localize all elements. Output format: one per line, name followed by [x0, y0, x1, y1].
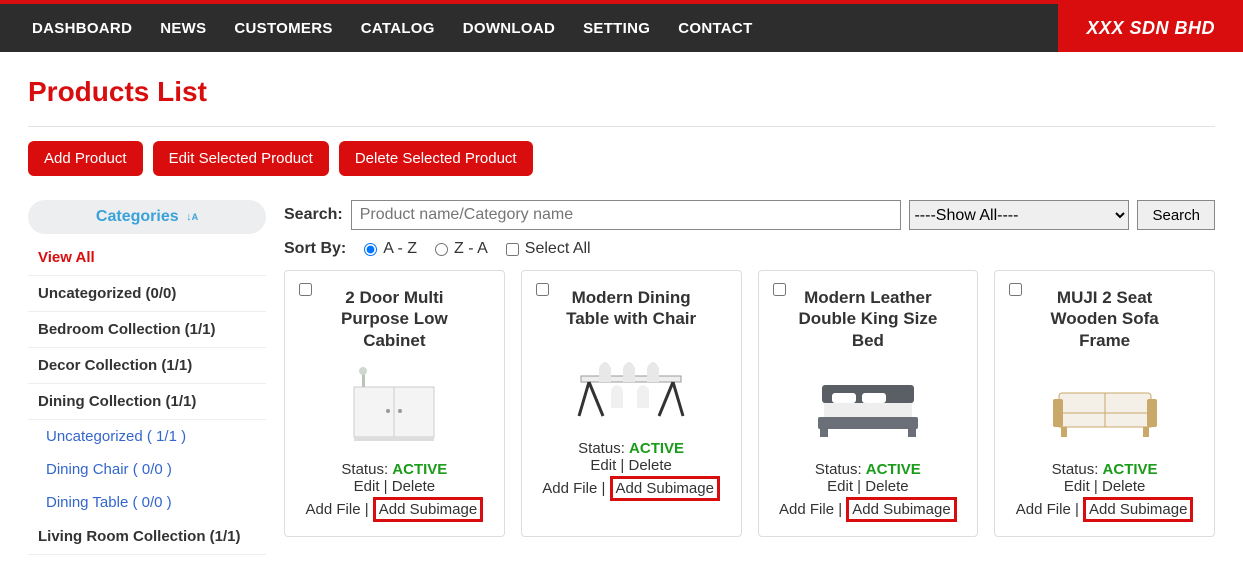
sort-label: Sort By:	[284, 240, 346, 258]
nav-news[interactable]: NEWS	[160, 20, 206, 37]
product-title: MUJI 2 Seat Wooden Sofa Frame	[1025, 287, 1184, 351]
sort-az-input[interactable]	[364, 243, 377, 256]
delete-selected-button[interactable]: Delete Selected Product	[339, 141, 533, 176]
delete-link[interactable]: Delete	[865, 478, 908, 495]
sort-az-icon: ↓A	[186, 211, 198, 223]
edit-link[interactable]: Edit	[827, 478, 853, 495]
status-value: ACTIVE	[866, 461, 921, 478]
product-grid: 2 Door Multi Purpose Low Cabinet Status:…	[284, 270, 1215, 537]
product-card: MUJI 2 Seat Wooden Sofa Frame Status: AC…	[994, 270, 1215, 537]
sidebar-item-dining[interactable]: Dining Collection (1/1)	[28, 384, 266, 420]
product-title: Modern Dining Table with Chair	[552, 287, 711, 330]
product-card: Modern Dining Table with Chair Status	[521, 270, 742, 537]
product-card: Modern Leather Double King Size Bed Stat…	[758, 270, 979, 537]
select-all-checkbox[interactable]: Select All	[506, 240, 591, 258]
nav-contact[interactable]: CONTACT	[678, 20, 752, 37]
edit-link[interactable]: Edit	[590, 457, 616, 474]
product-image	[324, 359, 464, 449]
status-label: Status:	[1052, 461, 1099, 478]
sidebar-item-bedroom[interactable]: Bedroom Collection (1/1)	[28, 312, 266, 348]
search-label: Search:	[284, 206, 343, 224]
status-label: Status:	[341, 461, 388, 478]
edit-link[interactable]: Edit	[354, 478, 380, 495]
product-checkbox[interactable]	[1009, 283, 1022, 296]
sidebar-item-living-room[interactable]: Living Room Collection (1/1)	[28, 519, 266, 555]
status-label: Status:	[578, 440, 625, 457]
add-file-link[interactable]: Add File	[1016, 501, 1071, 518]
categories-label: Categories	[96, 208, 179, 225]
page-title: Products List	[28, 76, 1215, 108]
delete-link[interactable]: Delete	[392, 478, 435, 495]
action-row: Add Product Edit Selected Product Delete…	[28, 141, 1215, 176]
product-title: Modern Leather Double King Size Bed	[789, 287, 948, 351]
sidebar-item-uncategorized[interactable]: Uncategorized (0/0)	[28, 276, 266, 312]
add-subimage-link[interactable]: Add Subimage	[852, 501, 950, 518]
divider	[28, 126, 1215, 127]
sidebar: Categories ↓A View All Uncategorized (0/…	[28, 200, 266, 555]
sidebar-sub-dining-chair[interactable]: Dining Chair ( 0/0 )	[28, 453, 266, 486]
sort-za-radio[interactable]: Z - A	[435, 240, 488, 258]
product-image	[561, 338, 701, 428]
select-all-input[interactable]	[506, 243, 519, 256]
product-checkbox[interactable]	[773, 283, 786, 296]
product-image	[798, 359, 938, 449]
add-file-link[interactable]: Add File	[306, 501, 361, 518]
status-value: ACTIVE	[629, 440, 684, 457]
search-button[interactable]: Search	[1137, 200, 1215, 230]
sidebar-sub-dining-table[interactable]: Dining Table ( 0/0 )	[28, 486, 266, 519]
content-area: Search: ----Show All---- Search Sort By:…	[284, 200, 1215, 537]
nav-setting[interactable]: SETTING	[583, 20, 650, 37]
status-value: ACTIVE	[1103, 461, 1158, 478]
edit-link[interactable]: Edit	[1064, 478, 1090, 495]
product-card: 2 Door Multi Purpose Low Cabinet Status:…	[284, 270, 505, 537]
add-subimage-link[interactable]: Add Subimage	[379, 501, 477, 518]
status-label: Status:	[815, 461, 862, 478]
edit-selected-button[interactable]: Edit Selected Product	[153, 141, 329, 176]
product-checkbox[interactable]	[299, 283, 312, 296]
product-image	[1035, 359, 1175, 449]
nav-download[interactable]: DOWNLOAD	[463, 20, 555, 37]
add-file-link[interactable]: Add File	[542, 480, 597, 497]
nav-customers[interactable]: CUSTOMERS	[234, 20, 332, 37]
add-subimage-link[interactable]: Add Subimage	[1089, 501, 1187, 518]
product-checkbox[interactable]	[536, 283, 549, 296]
nav-dashboard[interactable]: DASHBOARD	[32, 20, 132, 37]
nav-catalog[interactable]: CATALOG	[361, 20, 435, 37]
delete-link[interactable]: Delete	[1102, 478, 1145, 495]
filter-select[interactable]: ----Show All----	[909, 200, 1129, 230]
sidebar-item-decor[interactable]: Decor Collection (1/1)	[28, 348, 266, 384]
sidebar-item-view-all[interactable]: View All	[28, 240, 266, 276]
status-value: ACTIVE	[392, 461, 447, 478]
categories-header[interactable]: Categories ↓A	[28, 200, 266, 234]
delete-link[interactable]: Delete	[628, 457, 671, 474]
add-product-button[interactable]: Add Product	[28, 141, 143, 176]
sort-za-input[interactable]	[435, 243, 448, 256]
navbar: DASHBOARD NEWS CUSTOMERS CATALOG DOWNLOA…	[0, 4, 1243, 52]
sort-az-radio[interactable]: A - Z	[364, 240, 417, 258]
sidebar-sub-uncategorized[interactable]: Uncategorized ( 1/1 )	[28, 420, 266, 453]
add-file-link[interactable]: Add File	[779, 501, 834, 518]
search-input[interactable]	[351, 200, 902, 230]
add-subimage-link[interactable]: Add Subimage	[616, 480, 714, 497]
brand-label: XXX SDN BHD	[1058, 4, 1243, 52]
product-title: 2 Door Multi Purpose Low Cabinet	[315, 287, 474, 351]
